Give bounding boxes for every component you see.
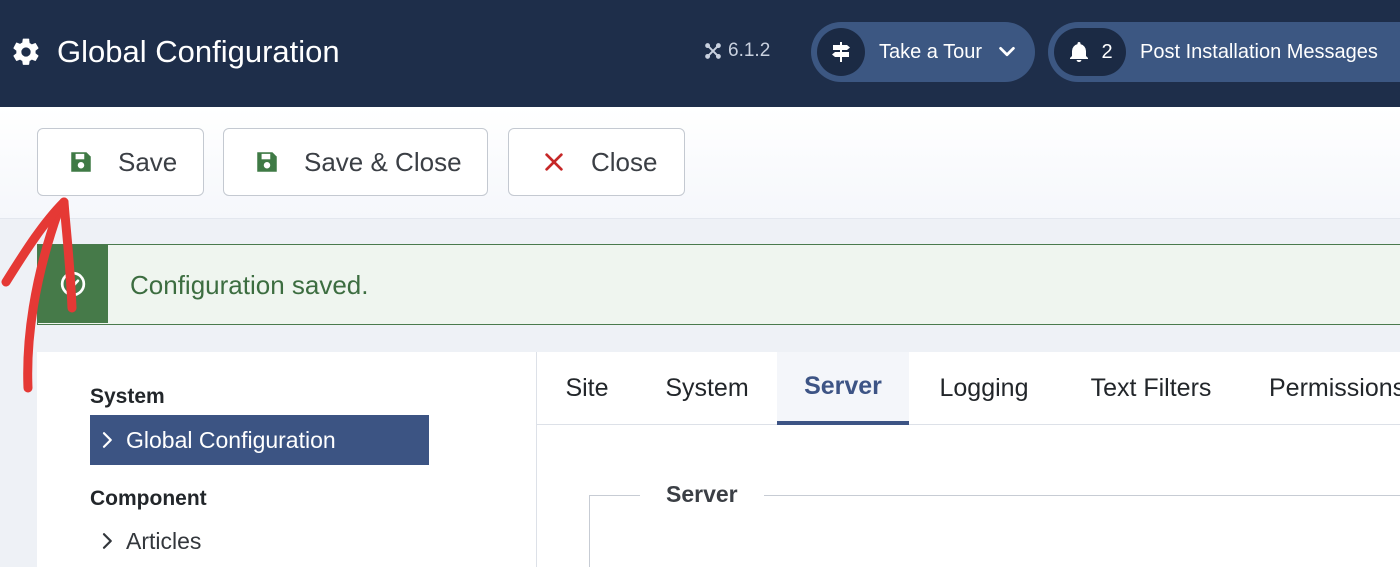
save-label: Save [118, 146, 178, 177]
bell-icon [1070, 42, 1089, 62]
main-panel: Site System Server Logging Text Filters … [537, 352, 1400, 567]
tab-permissions[interactable]: Permissions [1243, 352, 1400, 425]
success-alert: Configuration saved. [37, 244, 1400, 325]
sidebar-item-label: Global Configuration [126, 426, 336, 453]
floppy-disk-icon [254, 149, 280, 175]
post-installation-messages-button[interactable]: 2 Post Installation Messages [1048, 22, 1400, 82]
version-info: 6.1.2 [704, 40, 770, 62]
save-and-close-button[interactable]: Save & Close [223, 128, 488, 196]
x-icon [541, 149, 567, 175]
sidebar-section-system: System [90, 385, 165, 408]
alert-message: Configuration saved. [130, 270, 369, 300]
app-header: Global Configuration 6.1.2 Take a Tour 2… [0, 0, 1400, 107]
page-title: Global Configuration [57, 34, 340, 69]
take-a-tour-button[interactable]: Take a Tour [811, 22, 1035, 82]
notification-badge: 2 [1054, 28, 1126, 76]
floppy-disk-icon [68, 149, 94, 175]
tab-site[interactable]: Site [537, 352, 637, 425]
close-button[interactable]: Close [508, 128, 685, 196]
tab-text-filters[interactable]: Text Filters [1059, 352, 1243, 425]
signpost-icon [832, 42, 850, 62]
gear-icon [13, 38, 39, 65]
tour-label: Take a Tour [879, 40, 983, 63]
notification-count: 2 [1101, 40, 1113, 63]
save-button[interactable]: Save [37, 128, 204, 196]
chevron-right-icon [102, 533, 112, 549]
save-close-label: Save & Close [304, 146, 462, 177]
sidebar-section-component: Component [90, 487, 207, 510]
check-circle-icon [60, 271, 86, 297]
tab-logging[interactable]: Logging [909, 352, 1059, 425]
close-label: Close [591, 146, 658, 177]
toolbar: Save Save & Close Close [0, 107, 1400, 219]
sidebar-item-global-configuration[interactable]: Global Configuration [90, 415, 429, 465]
fieldset-legend: Server [640, 481, 764, 508]
tab-system[interactable]: System [637, 352, 777, 425]
tour-icon-wrap [817, 28, 865, 76]
sidebar-item-articles[interactable]: Articles [90, 516, 429, 566]
version-number: 6.1.2 [728, 40, 771, 61]
alert-icon-bar [38, 245, 108, 323]
chevron-down-icon[interactable] [996, 41, 1018, 63]
tab-bar: Site System Server Logging Text Filters … [537, 352, 1400, 425]
sidebar: System Global Configuration Component Ar… [37, 352, 537, 567]
chevron-right-icon [102, 432, 112, 448]
sidebar-item-label: Articles [126, 527, 202, 554]
messages-label: Post Installation Messages [1140, 40, 1378, 63]
joomla-logo-icon [705, 43, 721, 59]
tab-server[interactable]: Server [777, 352, 909, 425]
